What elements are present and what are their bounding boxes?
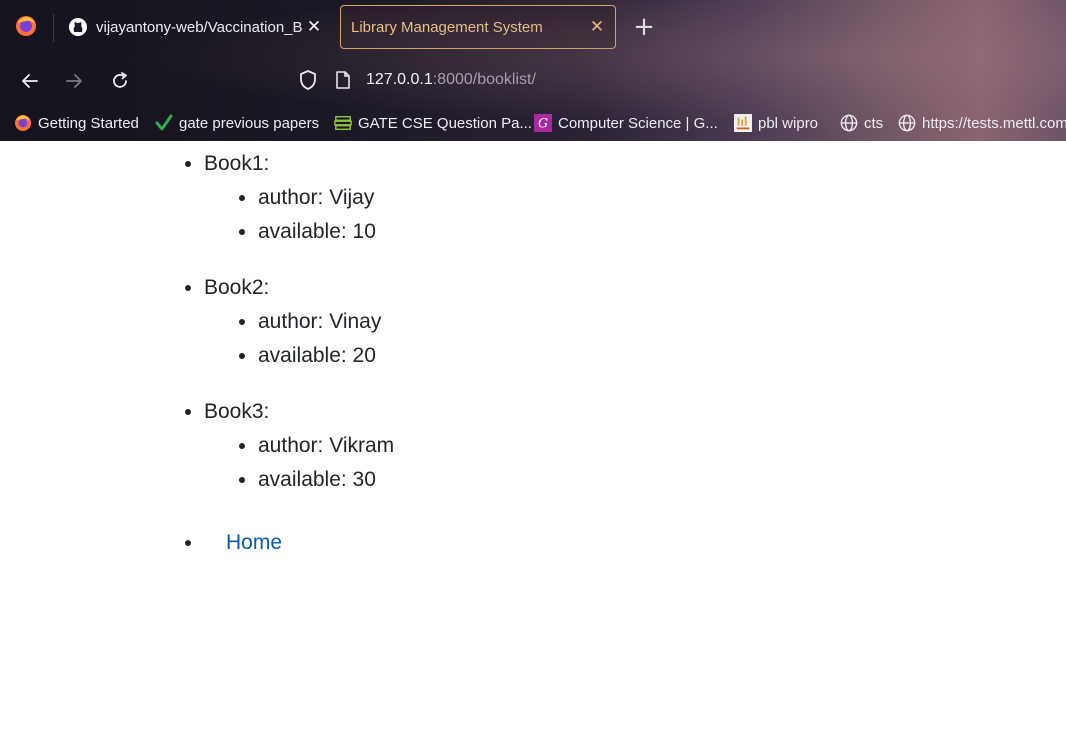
g-logo-icon: G bbox=[534, 114, 552, 132]
svg-text:G: G bbox=[538, 116, 548, 131]
book-details: author: Vikram available: 30 bbox=[204, 429, 394, 497]
tab-title: Library Management System bbox=[351, 18, 543, 36]
page-info-icon[interactable] bbox=[334, 70, 352, 90]
close-icon[interactable]: ✕ bbox=[585, 17, 609, 37]
book-available: available: 10 bbox=[258, 215, 394, 249]
bookmark-mettl[interactable]: https://tests.mettl.com bbox=[898, 114, 1066, 132]
url-bar[interactable]: 127.0.0.1:8000/booklist/ bbox=[366, 71, 536, 89]
books-icon bbox=[334, 115, 352, 131]
checkmark-icon bbox=[155, 114, 173, 131]
book-name: Book1: bbox=[204, 152, 270, 175]
back-button[interactable] bbox=[14, 65, 46, 97]
tab-library[interactable]: Library Management System ✕ bbox=[340, 5, 616, 49]
tab-separator bbox=[53, 14, 54, 42]
close-icon[interactable]: ✕ bbox=[302, 17, 326, 37]
reload-icon bbox=[113, 72, 127, 88]
bookmark-pbl-wipro[interactable]: pbl wipro bbox=[734, 114, 818, 132]
shield-icon[interactable] bbox=[298, 69, 318, 91]
github-icon bbox=[69, 18, 87, 36]
home-link[interactable]: Home bbox=[226, 531, 282, 554]
list-item: Book2: author: Vinay available: 20 bbox=[204, 271, 394, 373]
book-name: Book3: bbox=[204, 400, 270, 423]
bookmark-computer-science[interactable]: G Computer Science | G... bbox=[534, 114, 718, 132]
bookmark-gate-previous-papers[interactable]: gate previous papers bbox=[155, 114, 319, 132]
book-author: author: Vikram bbox=[258, 429, 394, 463]
url-path: :8000/booklist/ bbox=[432, 71, 536, 88]
nav-list: Home bbox=[204, 526, 282, 560]
arrow-left-icon bbox=[22, 74, 38, 88]
firefox-icon bbox=[15, 115, 31, 131]
browser-chrome: vijayantony-web/Vaccination_Booking ✕ Li… bbox=[0, 0, 1066, 141]
list-item: Book1: author: Vijay available: 10 bbox=[204, 147, 394, 249]
book-name: Book2: bbox=[204, 276, 270, 299]
firefox-icon bbox=[16, 16, 36, 36]
book-details: author: Vinay available: 20 bbox=[204, 305, 394, 373]
bookmark-getting-started[interactable]: Getting Started bbox=[14, 114, 139, 132]
tab-github[interactable]: vijayantony-web/Vaccination_Booking ✕ bbox=[56, 5, 332, 49]
bookmark-gate-cse[interactable]: GATE CSE Question Pa... bbox=[334, 114, 532, 132]
book-available: available: 20 bbox=[258, 339, 394, 373]
list-item: Home bbox=[204, 526, 282, 560]
book-author: author: Vijay bbox=[258, 181, 394, 215]
book-details: author: Vijay available: 10 bbox=[204, 181, 394, 249]
forward-button[interactable] bbox=[58, 65, 90, 97]
firefox-menu-button[interactable] bbox=[6, 6, 46, 46]
url-host: 127.0.0.1 bbox=[366, 71, 433, 88]
reload-button[interactable] bbox=[104, 65, 136, 97]
page-content: Book1: author: Vijay available: 10 Book2… bbox=[0, 141, 1066, 733]
tab-bar: vijayantony-web/Vaccination_Booking ✕ Li… bbox=[0, 0, 1066, 56]
navigation-bar: 127.0.0.1:8000/booklist/ bbox=[0, 56, 1066, 106]
bookmarks-toolbar: Getting Started gate previous papers GAT… bbox=[0, 106, 1066, 141]
book-list: Book1: author: Vijay available: 10 Book2… bbox=[204, 147, 394, 519]
list-item: Book3: author: Vikram available: 30 bbox=[204, 395, 394, 497]
new-tab-button[interactable]: + bbox=[628, 12, 660, 44]
book-author: author: Vinay bbox=[258, 305, 394, 339]
bookmark-cts[interactable]: cts bbox=[840, 114, 883, 132]
tab-title: vijayantony-web/Vaccination_Booking bbox=[96, 18, 302, 36]
book-available: available: 30 bbox=[258, 463, 394, 497]
page-icon bbox=[734, 114, 752, 132]
globe-icon bbox=[898, 114, 916, 132]
globe-icon bbox=[840, 114, 858, 132]
arrow-right-icon bbox=[66, 74, 82, 88]
